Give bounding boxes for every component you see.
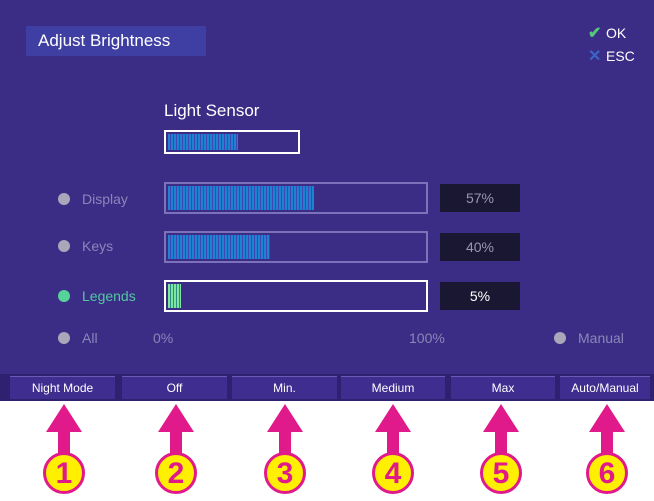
close-icon: ✕: [588, 48, 602, 65]
esc-button[interactable]: ✕ ESC: [588, 46, 635, 66]
legends-value: 5%: [440, 282, 520, 310]
check-icon: ✔: [588, 25, 602, 42]
radio-dot-icon: [58, 290, 70, 302]
keys-option[interactable]: Keys: [58, 238, 113, 254]
display-label: Display: [82, 191, 128, 207]
all-label: All: [82, 330, 98, 346]
light-sensor-fill: [168, 134, 239, 150]
softkey-min[interactable]: Min.: [232, 376, 337, 399]
keys-slider-fill: [168, 235, 271, 259]
display-option[interactable]: Display: [58, 191, 128, 207]
dialog-title: Adjust Brightness: [26, 26, 206, 56]
display-value: 57%: [440, 184, 520, 212]
legends-slider-fill: [168, 284, 181, 308]
radio-dot-icon: [58, 240, 70, 252]
radio-dot-icon: [554, 332, 566, 344]
softkey-auto-manual[interactable]: Auto/Manual: [560, 376, 650, 399]
scale-max-label: 100%: [409, 330, 445, 346]
softkey-bar: Night Mode Off Min. Medium Max Auto/Manu…: [0, 374, 654, 401]
legends-slider[interactable]: [164, 280, 428, 312]
display-slider-fill: [168, 186, 314, 210]
radio-dot-icon: [58, 193, 70, 205]
ok-label: OK: [606, 25, 627, 41]
keys-value: 40%: [440, 233, 520, 261]
legends-option[interactable]: Legends: [58, 288, 136, 304]
manual-option[interactable]: Manual: [554, 330, 624, 346]
light-sensor-label: Light Sensor: [164, 101, 260, 120]
legends-label: Legends: [82, 288, 136, 304]
softkey-max[interactable]: Max: [451, 376, 555, 399]
all-option[interactable]: All: [58, 330, 98, 346]
display-slider[interactable]: [164, 182, 428, 214]
softkey-off[interactable]: Off: [122, 376, 227, 399]
brightness-screen: Adjust Brightness ✔ OK ✕ ESC Light Sensor …: [0, 0, 654, 374]
softkey-medium[interactable]: Medium: [341, 376, 445, 399]
callout-number-5: 5: [480, 452, 522, 494]
softkey-night-mode[interactable]: Night Mode: [10, 376, 115, 399]
light-sensor-bar: [164, 130, 300, 154]
keys-label: Keys: [82, 238, 114, 254]
radio-dot-icon: [58, 332, 70, 344]
callout-number-1: 1: [43, 452, 85, 494]
callout-number-6: 6: [586, 452, 628, 494]
manual-label: Manual: [578, 330, 624, 346]
callout-number-2: 2: [155, 452, 197, 494]
scale-min-label: 0%: [153, 330, 174, 346]
callout-number-3: 3: [264, 452, 306, 494]
keys-slider[interactable]: [164, 231, 428, 263]
callout-number-4: 4: [372, 452, 414, 494]
ok-button[interactable]: ✔ OK: [588, 23, 626, 43]
esc-label: ESC: [606, 48, 635, 64]
